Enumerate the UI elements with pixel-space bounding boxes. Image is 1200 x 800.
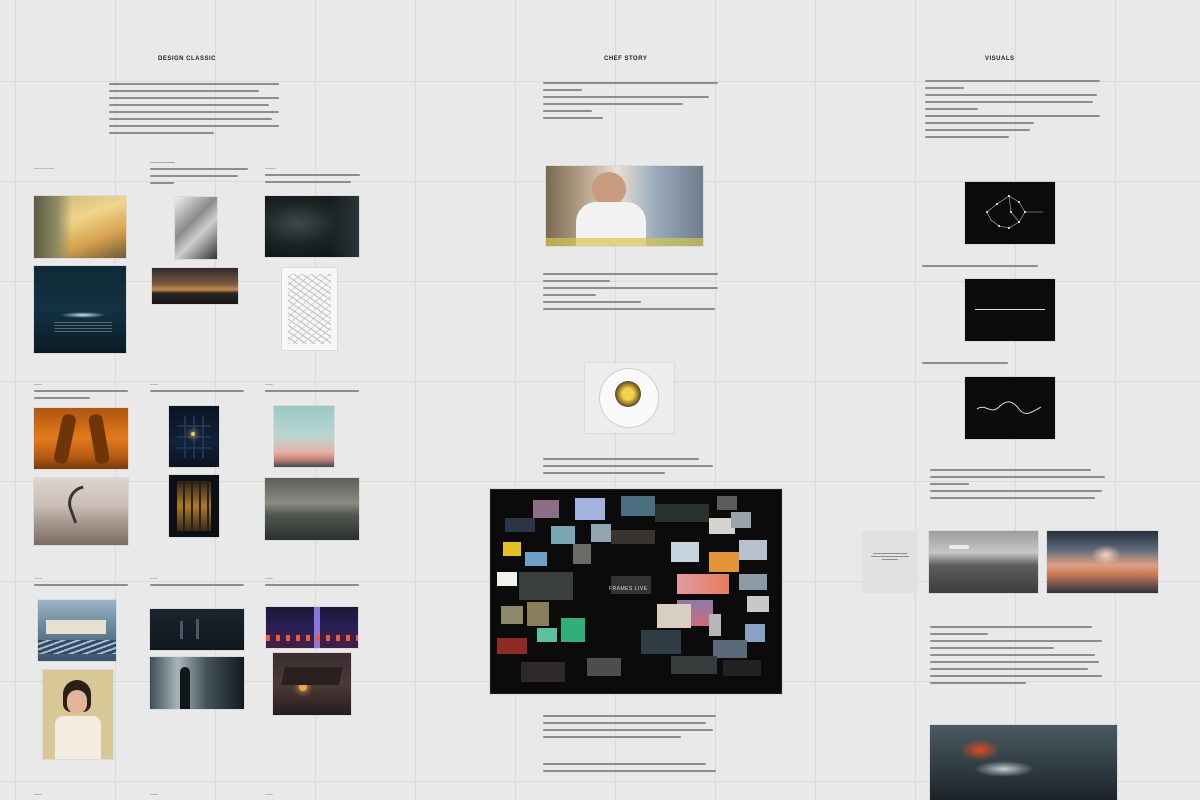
image-figure-window[interactable]	[150, 657, 244, 709]
body-text-block	[930, 626, 1102, 689]
divider-line	[922, 265, 1038, 272]
body-text-block	[543, 273, 718, 315]
intro-text-block-2	[543, 82, 718, 124]
column-title-3: VISUALS	[985, 56, 1015, 62]
note-card[interactable]	[862, 531, 918, 593]
image-plated-dish[interactable]	[585, 363, 674, 433]
intro-text-block-3	[925, 80, 1100, 143]
image-illustrated-town[interactable]	[38, 600, 116, 661]
caption-lines	[150, 578, 244, 591]
caption-lines	[265, 794, 273, 800]
image-grey-coast[interactable]	[929, 531, 1038, 593]
image-bw-sketch[interactable]	[175, 197, 217, 259]
image-night-sea[interactable]	[34, 266, 126, 353]
divider-line	[922, 362, 1008, 369]
image-chef-portrait[interactable]	[546, 166, 703, 246]
image-wave-line[interactable]	[965, 377, 1055, 439]
column-title-2: CHEF STORY	[604, 56, 648, 62]
image-line-drawing[interactable]	[282, 268, 337, 350]
constellation-graphic	[986, 195, 1043, 229]
caption-lines	[150, 162, 248, 189]
image-foggy-shore[interactable]	[34, 478, 128, 545]
caption-lines	[34, 384, 128, 404]
image-frames-mosaic[interactable]: FRAMES LIVE	[490, 489, 782, 694]
caption-lines	[34, 794, 42, 800]
image-orange-legs[interactable]	[34, 408, 128, 469]
caption-lines	[265, 168, 360, 188]
intro-text-block-1	[109, 83, 279, 139]
image-pink-cloud[interactable]	[1047, 531, 1158, 593]
image-red-smoke[interactable]	[930, 725, 1117, 800]
image-neon-street[interactable]	[266, 607, 358, 648]
image-pink-sky[interactable]	[274, 406, 334, 467]
caption-lines	[265, 578, 359, 591]
column-title-1: DESIGN CLASSIC	[158, 56, 217, 62]
caption-lines	[150, 794, 158, 800]
image-golden-harbor[interactable]	[34, 196, 126, 258]
image-grey-harbor[interactable]	[265, 478, 359, 540]
caption-lines	[265, 384, 359, 397]
caption-lines	[34, 168, 54, 174]
body-text-block	[543, 715, 716, 777]
image-illustrated-portrait[interactable]	[43, 670, 113, 759]
image-dark-corridor[interactable]	[150, 609, 244, 650]
mosaic-label: FRAMES LIVE	[609, 586, 648, 592]
wave-graphic	[976, 401, 1042, 414]
caption-lines	[34, 578, 128, 591]
caption-lines	[150, 384, 244, 397]
image-flat-line[interactable]	[965, 279, 1055, 341]
body-text-block	[543, 458, 713, 479]
moodboard-canvas[interactable]: DESIGN CLASSIC CHEF STORY VISUALS FRAMES…	[0, 0, 1200, 800]
image-dusk-house[interactable]	[273, 653, 351, 715]
image-sunset-horizon[interactable]	[152, 268, 238, 304]
image-night-window[interactable]	[169, 406, 219, 467]
image-dark-figure[interactable]	[265, 196, 359, 257]
image-lit-building[interactable]	[169, 475, 219, 537]
image-constellation[interactable]	[965, 182, 1055, 244]
body-text-block	[930, 469, 1105, 504]
